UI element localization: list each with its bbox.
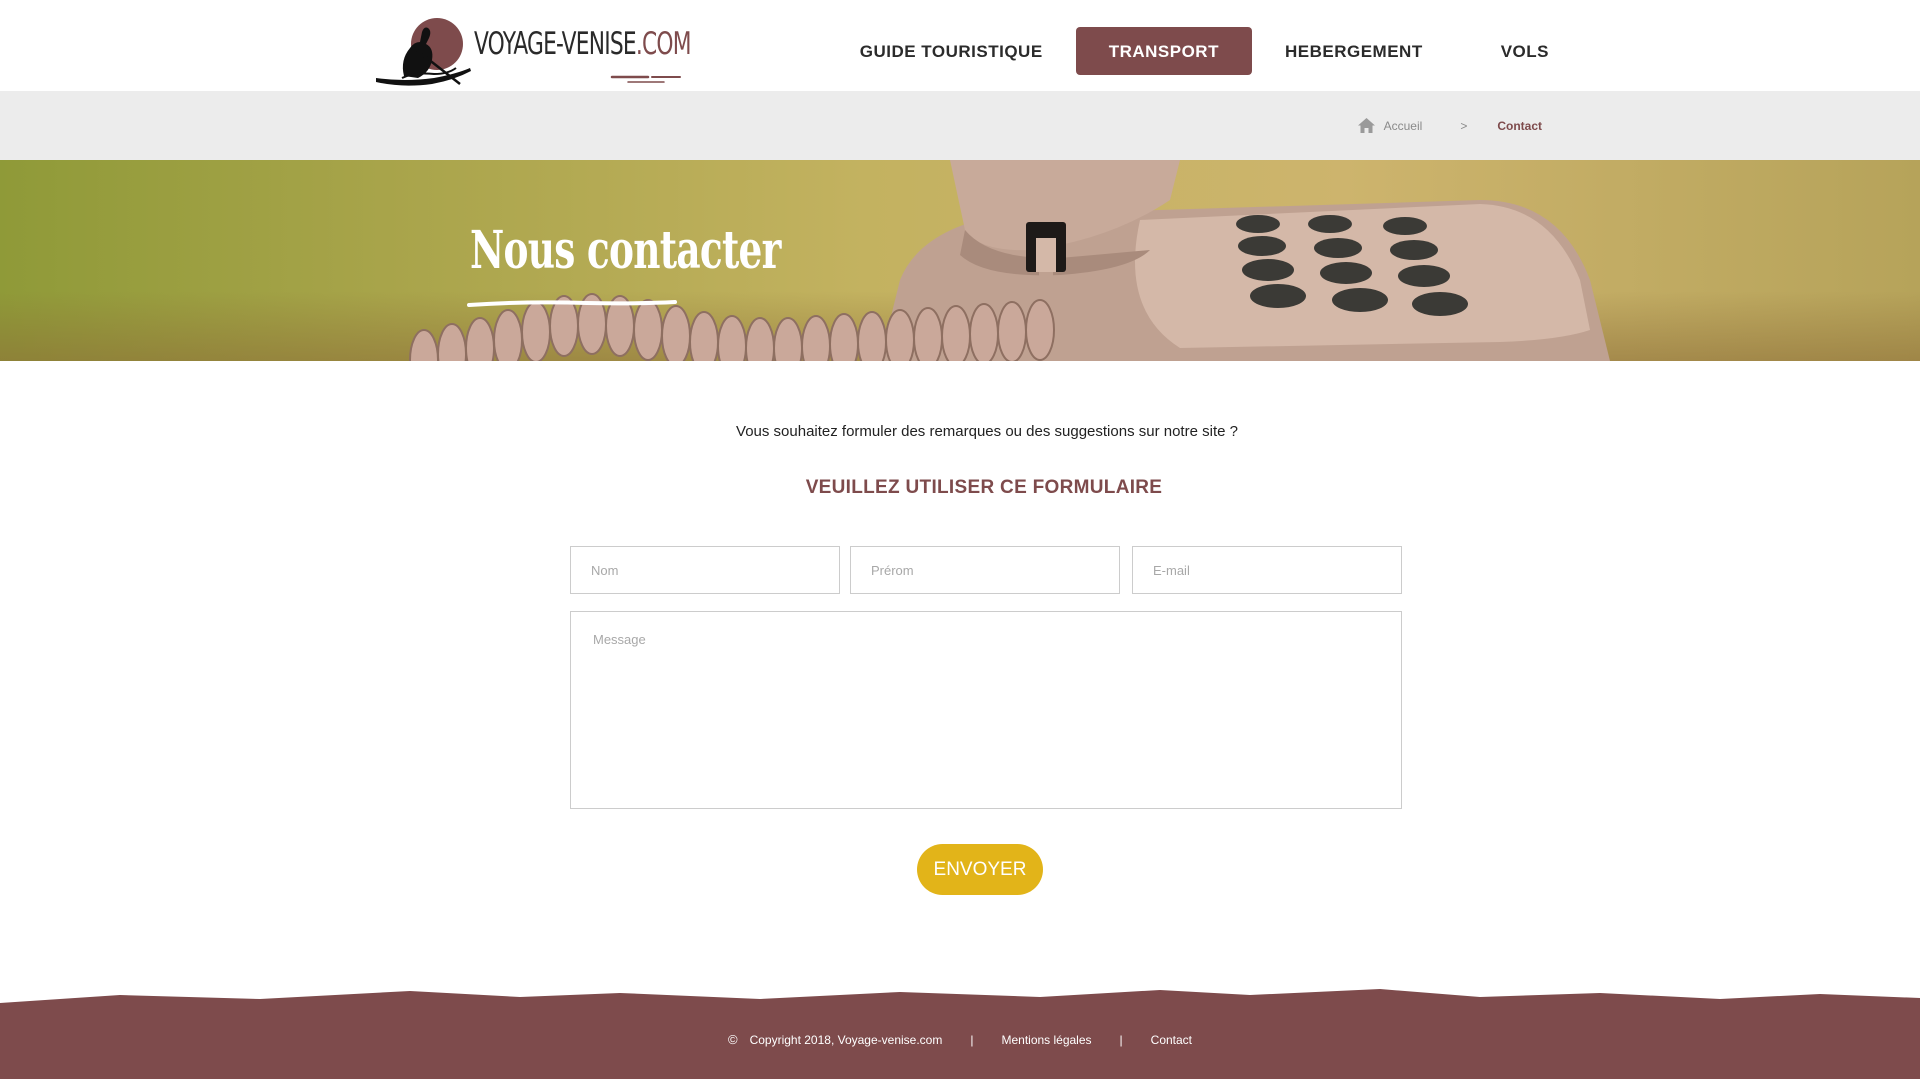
footer-links: © Copyright 2018, Voyage-venise.com | Me…	[0, 1032, 1920, 1047]
envoyer-button[interactable]: ENVOYER	[917, 844, 1043, 895]
site-footer: © Copyright 2018, Voyage-venise.com | Me…	[0, 1012, 1920, 1079]
footer-separator: |	[1119, 1032, 1123, 1047]
telephone-illustration	[409, 160, 1610, 361]
footer-wave-decoration	[0, 989, 1920, 1015]
nav-item-guide-touristique[interactable]: GUIDE TOURISTIQUE	[827, 27, 1076, 75]
breadcrumb-current: Contact	[1497, 118, 1542, 133]
nav-item-transport[interactable]: TRANSPORT	[1075, 27, 1252, 75]
form-title: VEUILLEZ UTILISER CE FORMULAIRE	[805, 477, 1163, 498]
prenom-input[interactable]	[850, 546, 1120, 594]
footer-separator: |	[970, 1032, 974, 1047]
message-textarea[interactable]	[570, 611, 1402, 809]
page-title: Nous contacter	[470, 220, 781, 281]
copyright-text: Copyright 2018, Voyage-venise.com	[749, 1032, 943, 1047]
site-logo[interactable]: VOYAGE-VENISE.COM	[374, 8, 692, 88]
nav-item-hebergement[interactable]: HEBERGEMENT	[1252, 27, 1456, 75]
intro-text: Vous souhaitez formuler des remarques ou…	[736, 423, 1238, 440]
footer-link-contact[interactable]: Contact	[1151, 1033, 1192, 1047]
title-underline-decoration	[467, 300, 677, 307]
email-input[interactable]	[1132, 546, 1402, 594]
breadcrumb-separator: >	[1460, 118, 1468, 133]
hero-banner: Nous contacter	[0, 160, 1920, 361]
home-icon	[1357, 118, 1375, 133]
breadcrumb-home-label: Accueil	[1383, 118, 1423, 133]
copyright-icon: ©	[727, 1032, 738, 1047]
nav-item-vols[interactable]: VOLS	[1456, 27, 1549, 75]
logo-water-icon	[610, 75, 681, 83]
gondola-logo-icon	[376, 18, 471, 86]
breadcrumb: Accueil > Contact	[1357, 91, 1542, 160]
site-header: VOYAGE-VENISE.COM GUIDE TOURISTIQUE TRAN…	[0, 0, 1920, 91]
nom-input[interactable]	[570, 546, 840, 594]
footer-link-mentions-legales[interactable]: Mentions légales	[1001, 1033, 1091, 1047]
breadcrumb-home-link[interactable]: Accueil	[1357, 118, 1423, 133]
logo-wordmark: VOYAGE-VENISE.COM	[474, 26, 692, 62]
breadcrumb-bar: Accueil > Contact	[0, 91, 1920, 160]
main-nav: GUIDE TOURISTIQUE TRANSPORT HEBERGEMENT …	[827, 27, 1549, 75]
